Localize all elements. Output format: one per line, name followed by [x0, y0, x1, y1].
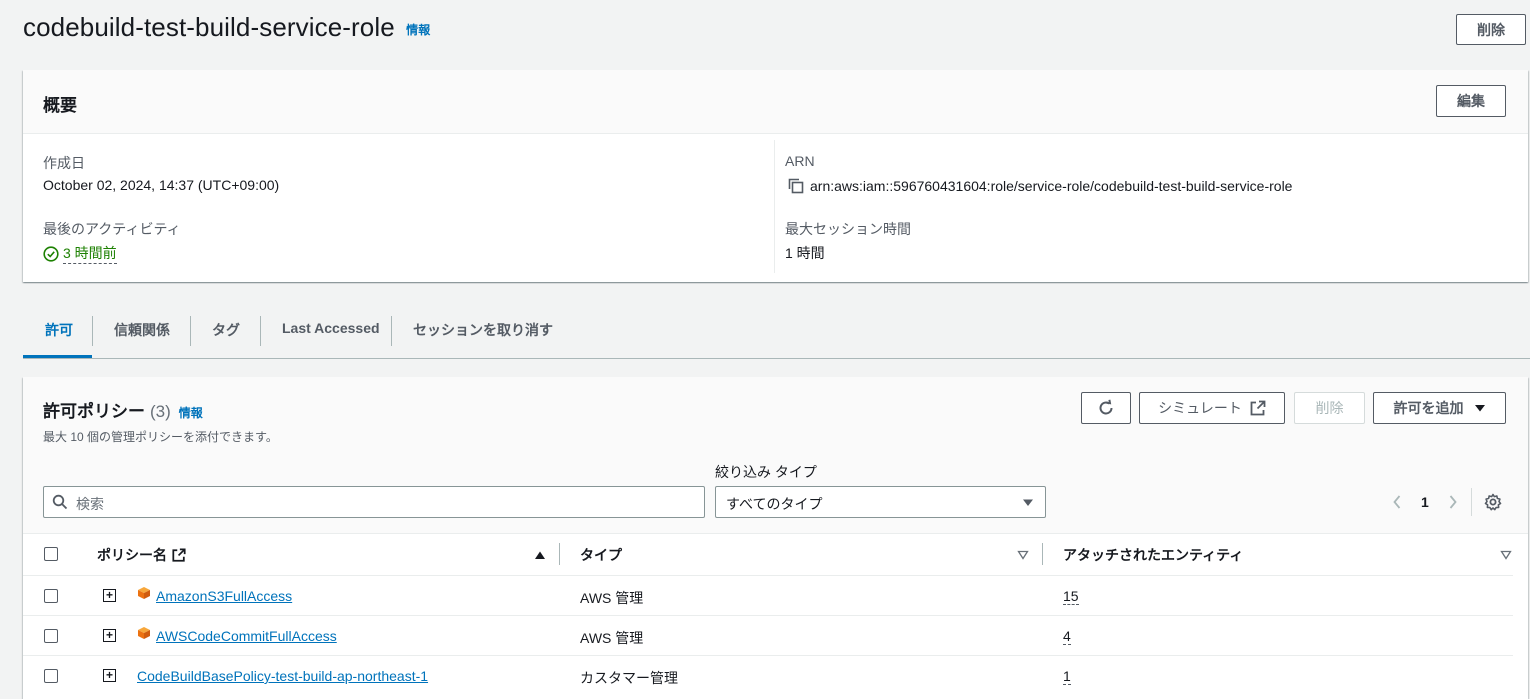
arn-value: arn:aws:iam::596760431604:role/service-r…: [810, 178, 1293, 194]
search-placeholder: 検索: [76, 496, 104, 512]
row-divider: [23, 615, 1513, 616]
column-divider: [1042, 543, 1043, 565]
last-activity-label: 最後のアクティビティ: [43, 221, 181, 237]
expand-icon[interactable]: +: [103, 669, 116, 682]
policies-count: (3): [150, 402, 171, 421]
add-permissions-label: 許可を追加: [1393, 400, 1464, 416]
role-name: codebuild-test-build-service-role: [23, 12, 395, 42]
tab-permissions[interactable]: 許可: [45, 320, 73, 340]
column-header-type[interactable]: タイプ: [580, 545, 622, 565]
page-title: codebuild-test-build-service-role 情報: [23, 12, 430, 43]
column-header-entities[interactable]: アタッチされたエンティティ: [1063, 545, 1243, 565]
policy-link[interactable]: AmazonS3FullAccess: [156, 588, 292, 604]
expand-icon[interactable]: +: [103, 589, 116, 602]
gear-icon[interactable]: [1484, 493, 1502, 511]
delete-role-button[interactable]: 削除: [1456, 14, 1526, 45]
edit-button[interactable]: 編集: [1436, 85, 1506, 117]
row-divider: [23, 575, 1513, 576]
max-session-label: 最大セッション時間: [785, 221, 911, 237]
column-divider: [774, 140, 775, 273]
page-number[interactable]: 1: [1421, 494, 1429, 510]
attached-entities-count[interactable]: 1: [1063, 668, 1071, 685]
policy-link[interactable]: AWSCodeCommitFullAccess: [156, 628, 337, 644]
success-check-icon: [43, 245, 59, 262]
chevron-left-icon[interactable]: [1392, 494, 1402, 510]
created-label: 作成日: [43, 155, 85, 171]
policies-title-row: 許可ポリシー (3) 情報: [43, 397, 203, 422]
sort-icon[interactable]: [1017, 550, 1029, 560]
type-filter-value: すべてのタイプ: [726, 496, 823, 512]
external-link-icon: [1250, 400, 1266, 416]
search-input[interactable]: 検索: [43, 486, 705, 518]
tab-separator: [190, 316, 191, 346]
policies-description: 最大 10 個の管理ポリシーを添付できます。: [43, 430, 278, 444]
refresh-button[interactable]: [1081, 392, 1131, 424]
column-header-policy-name[interactable]: ポリシー名: [97, 545, 186, 565]
sort-ascending-icon[interactable]: [534, 550, 546, 560]
permissions-policies-panel: 許可ポリシー (3) 情報 最大 10 個の管理ポリシーを添付できます。 シミュ…: [23, 377, 1528, 699]
delete-policy-button[interactable]: 削除: [1294, 392, 1365, 424]
column-divider: [559, 543, 560, 565]
simulate-button[interactable]: シミュレート: [1139, 392, 1285, 424]
policy-type: AWS 管理: [580, 590, 644, 606]
tab-revoke-sessions[interactable]: セッションを取り消す: [413, 320, 553, 340]
attached-entities-count[interactable]: 4: [1063, 628, 1071, 645]
tab-tags[interactable]: タグ: [212, 320, 240, 340]
aws-managed-icon: [138, 627, 150, 639]
type-filter-select[interactable]: すべてのタイプ: [715, 486, 1046, 518]
row-divider: [23, 655, 1513, 656]
select-all-checkbox[interactable]: [44, 547, 58, 561]
tab-separator: [391, 316, 392, 346]
max-session-value: 1 時間: [785, 245, 825, 261]
policies-title: 許可ポリシー: [43, 402, 145, 421]
tab-bar-border: [23, 358, 1530, 359]
external-link-icon: [172, 548, 186, 562]
row-checkbox[interactable]: [44, 629, 58, 643]
caret-down-icon: [1474, 405, 1485, 412]
tab-last-accessed[interactable]: Last Accessed: [282, 320, 380, 336]
refresh-icon: [1099, 399, 1113, 415]
created-value: October 02, 2024, 14:37 (UTC+09:00): [43, 177, 280, 193]
tab-separator: [260, 316, 261, 346]
policies-info-link[interactable]: 情報: [179, 404, 203, 421]
last-activity-value: 3 時間前: [63, 243, 117, 264]
aws-managed-icon: [138, 587, 150, 599]
last-activity: 3 時間前: [43, 243, 117, 264]
search-icon: [52, 494, 68, 510]
add-permissions-button[interactable]: 許可を追加: [1373, 392, 1506, 424]
copy-icon[interactable]: [787, 177, 805, 195]
arn-label: ARN: [785, 153, 815, 169]
tab-trust-relationships[interactable]: 信頼関係: [114, 320, 170, 340]
info-link[interactable]: 情報: [406, 23, 430, 37]
filter-type-label: 絞り込み タイプ: [715, 464, 817, 480]
expand-icon[interactable]: +: [103, 629, 116, 642]
row-checkbox[interactable]: [44, 669, 58, 683]
policy-type: カスタマー管理: [580, 670, 678, 686]
attached-entities-count[interactable]: 15: [1063, 588, 1079, 605]
simulate-label: シミュレート: [1158, 400, 1242, 416]
caret-down-icon: [1023, 499, 1033, 506]
column-policy-name-label: ポリシー名: [97, 547, 167, 563]
summary-panel: 概要 編集 作成日 October 02, 2024, 14:37 (UTC+0…: [23, 70, 1528, 282]
sort-icon[interactable]: [1500, 550, 1512, 560]
summary-title: 概要: [43, 96, 77, 115]
summary-header: 概要 編集: [23, 70, 1528, 134]
policy-link[interactable]: CodeBuildBasePolicy-test-build-ap-northe…: [137, 668, 428, 684]
policy-type: AWS 管理: [580, 630, 644, 646]
row-checkbox[interactable]: [44, 589, 58, 603]
chevron-right-icon[interactable]: [1448, 494, 1458, 510]
arn-row: arn:aws:iam::596760431604:role/service-r…: [787, 177, 1292, 195]
tab-separator: [92, 316, 93, 346]
pagination-divider: [1471, 488, 1472, 516]
